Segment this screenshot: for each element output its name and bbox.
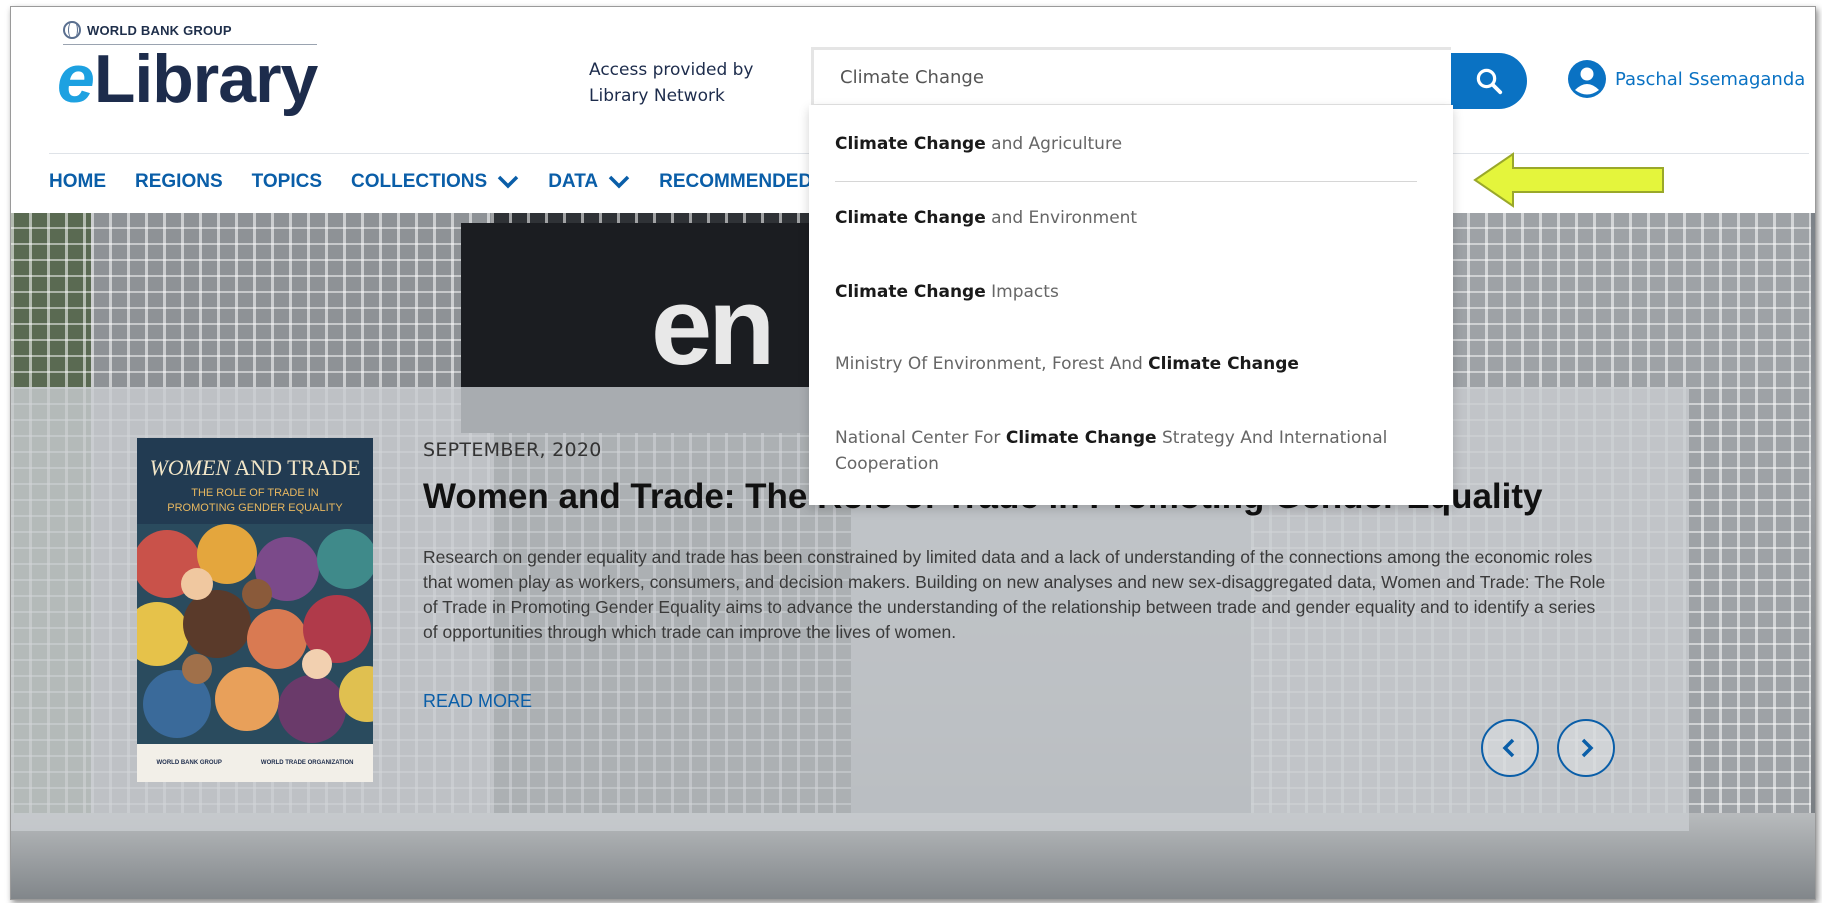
chevron-right-icon <box>1581 738 1594 758</box>
user-account[interactable]: Paschal Ssemaganda <box>1567 59 1805 99</box>
chevron-down-icon <box>497 175 519 189</box>
suggestion-item[interactable]: National Center For Climate Change Strat… <box>835 425 1417 477</box>
elibrary-logo[interactable]: eLibrary <box>57 45 318 113</box>
publication-description: Research on gender equality and trade ha… <box>423 547 1606 642</box>
suggestion-match: Climate Change <box>1005 428 1157 448</box>
user-circle-icon <box>1568 60 1606 98</box>
suggestion-match: Climate Change <box>835 282 986 302</box>
access-line-1: Access provided by <box>589 60 754 80</box>
chevron-down-icon <box>608 175 630 189</box>
cover-title-rest: AND TRADE <box>230 455 361 480</box>
nav-regions[interactable]: REGIONS <box>135 171 223 193</box>
nav-collections-label: COLLECTIONS <box>351 171 488 192</box>
suggestion-text: Ministry Of Environment, Forest And <box>835 354 1149 374</box>
cover-subtitle-line-1: THE ROLE OF TRADE IN <box>191 487 319 499</box>
search-icon <box>1476 68 1503 95</box>
search-input[interactable] <box>814 50 1451 104</box>
book-cover[interactable]: WOMEN AND TRADE THE ROLE OF TRADE IN PRO… <box>137 438 373 782</box>
nav-home-label: HOME <box>49 171 106 192</box>
suggestion-match: Climate Change <box>835 208 986 228</box>
search-button[interactable] <box>1451 53 1527 109</box>
logo-prefix: e <box>57 41 95 117</box>
world-bank-group-brand[interactable]: WORLD BANK GROUP <box>63 21 232 39</box>
user-name: Paschal Ssemaganda <box>1615 68 1806 90</box>
hero-background-text: en <box>651 265 775 388</box>
read-more-link[interactable]: READ MORE <box>423 691 532 712</box>
cover-footer: WORLD BANK GROUP WORLD TRADE ORGANIZATIO… <box>137 744 373 782</box>
search-field[interactable] <box>811 47 1451 107</box>
org-name: WORLD BANK GROUP <box>87 22 232 38</box>
suggestion-text: National Center For <box>835 428 1006 448</box>
nav-data-label: DATA <box>548 171 599 192</box>
cover-footer-right: WORLD TRADE ORGANIZATION <box>260 760 354 766</box>
suggestion-item[interactable]: Climate Change and Agriculture <box>835 131 1417 157</box>
publication-date: SEPTEMBER, 2020 <box>423 439 602 461</box>
suggestion-divider <box>835 181 1417 182</box>
nav-recommended-label: RECOMMENDED I <box>659 171 823 192</box>
globe-icon <box>63 21 81 39</box>
nav-data[interactable]: DATA <box>548 171 630 193</box>
cover-title: WOMEN AND TRADE <box>137 455 373 480</box>
suggestion-item[interactable]: Climate Change and Environment <box>835 205 1417 231</box>
annotation-arrow-icon <box>1473 152 1664 208</box>
main-nav: HOME REGIONS TOPICS COLLECTIONS DATA REC… <box>49 171 823 193</box>
cover-subtitle: THE ROLE OF TRADE IN PROMOTING GENDER EQ… <box>137 486 373 516</box>
logo-text: Library <box>93 41 319 117</box>
access-notice: Access provided by Library Network <box>589 57 754 109</box>
suggestion-item[interactable]: Ministry Of Environment, Forest And Clim… <box>835 351 1417 377</box>
access-line-2: Library Network <box>589 86 725 106</box>
suggestion-text: and Environment <box>985 208 1138 228</box>
cover-subtitle-line-2: PROMOTING GENDER EQUALITY <box>167 502 343 514</box>
nav-recommended[interactable]: RECOMMENDED I <box>659 171 823 193</box>
chevron-left-icon <box>1502 738 1515 758</box>
carousel-prev-button[interactable] <box>1481 719 1539 777</box>
suggestion-text: Impacts <box>985 282 1059 302</box>
carousel-next-button[interactable] <box>1557 719 1615 777</box>
suggestion-match: Climate Change <box>835 134 986 154</box>
nav-home[interactable]: HOME <box>49 171 106 193</box>
browser-page: WORLD BANK GROUP eLibrary Access provide… <box>10 6 1816 900</box>
search-suggestions: Climate Change and Agriculture Climate C… <box>809 105 1453 505</box>
cover-footer-left: WORLD BANK GROUP <box>156 760 222 766</box>
cover-title-italic: WOMEN <box>149 455 231 480</box>
cover-illustration <box>137 524 373 744</box>
nav-regions-label: REGIONS <box>135 171 223 192</box>
nav-topics-label: TOPICS <box>251 171 323 192</box>
suggestion-text: and Agriculture <box>985 134 1123 154</box>
suggestion-item[interactable]: Climate Change Impacts <box>835 279 1417 305</box>
nav-topics[interactable]: TOPICS <box>252 171 322 193</box>
nav-collections[interactable]: COLLECTIONS <box>351 171 519 193</box>
suggestion-match: Climate Change <box>1148 354 1299 374</box>
